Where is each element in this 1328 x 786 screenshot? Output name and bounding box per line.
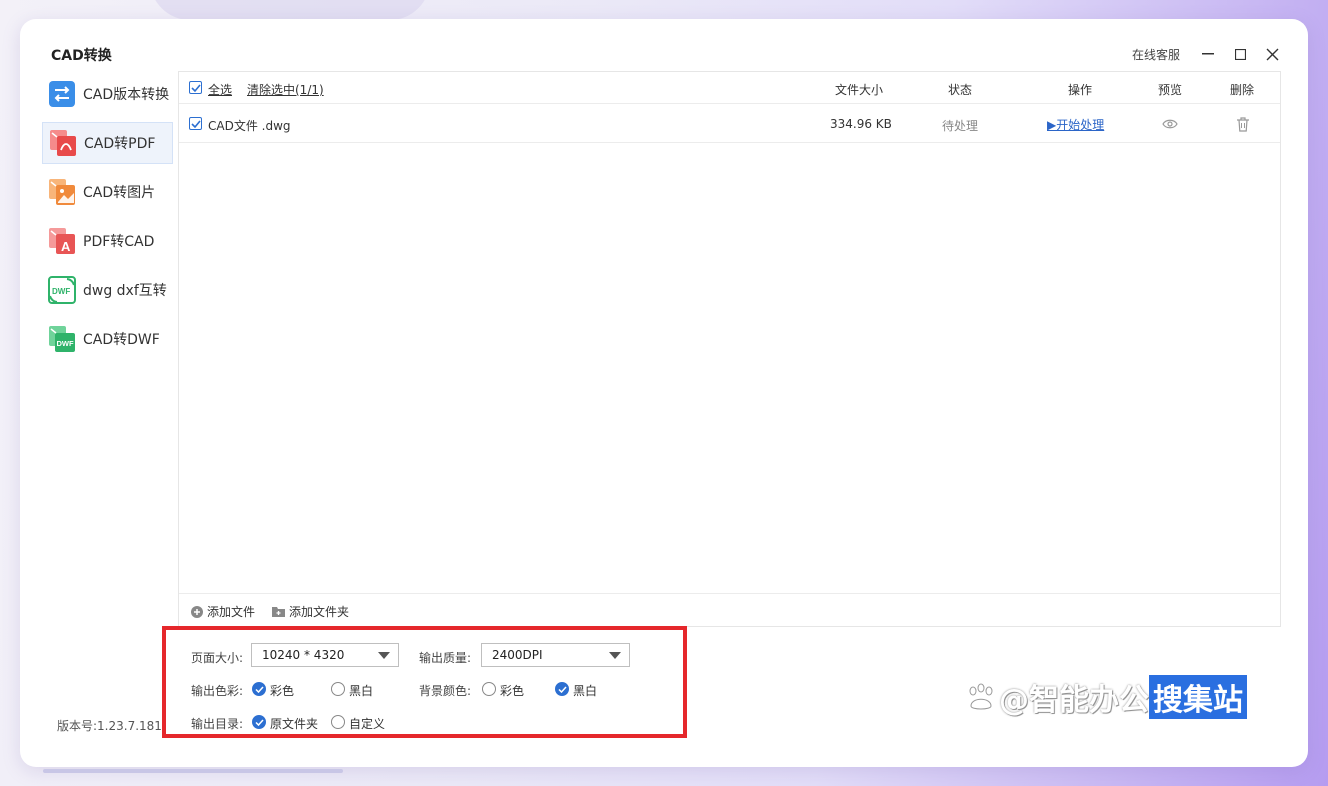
sidebar-item-label: CAD转DWF bbox=[83, 332, 160, 348]
sidebar-item-label: CAD转PDF bbox=[84, 136, 156, 152]
output-dir-label: 输出目录: bbox=[191, 717, 244, 731]
delete-trash-icon[interactable] bbox=[1236, 117, 1250, 135]
output-settings-highlight: 页面大小: 10240 * 4320 输出质量: 2400DPI 输出色彩: 彩… bbox=[162, 626, 687, 738]
image-icon bbox=[47, 177, 77, 207]
add-file-label: 添加文件 bbox=[207, 605, 256, 619]
bg-option-bw-label: 黑白 bbox=[573, 684, 598, 698]
dwf-icon: DWF bbox=[47, 275, 77, 305]
background-decoration bbox=[150, 0, 430, 20]
dir-option-original-radio[interactable] bbox=[252, 715, 266, 729]
window-title: CAD转换 bbox=[51, 48, 112, 64]
col-header-size: 文件大小 bbox=[835, 83, 884, 97]
preview-eye-icon[interactable] bbox=[1162, 118, 1178, 133]
minimize-icon bbox=[1202, 53, 1214, 55]
folder-plus-icon bbox=[272, 607, 285, 617]
horizontal-scrollbar[interactable] bbox=[43, 769, 343, 773]
watermark-highlight-text: 搜集站 bbox=[1149, 675, 1247, 719]
online-service-link[interactable]: 在线客服 bbox=[1132, 46, 1180, 63]
sidebar-item-label: PDF转CAD bbox=[83, 234, 155, 250]
dir-option-original-label: 原文件夹 bbox=[270, 717, 319, 731]
select-all-link[interactable]: 全选 bbox=[208, 81, 232, 98]
col-header-status: 状态 bbox=[948, 83, 973, 97]
svg-text:DWF: DWF bbox=[57, 339, 74, 348]
check-icon bbox=[558, 686, 567, 693]
file-list-panel: 全选 清除选中(1/1) 文件大小 状态 操作 预览 删除 CAD文件 .dwg… bbox=[178, 71, 1281, 627]
start-process-link[interactable]: ▶开始处理 bbox=[1047, 116, 1104, 133]
pdf-to-cad-icon: A bbox=[47, 226, 77, 256]
color-option-color-label: 彩色 bbox=[270, 684, 295, 698]
watermark-text: @智能办公 bbox=[999, 683, 1149, 718]
sidebar-item-pdf-to-cad[interactable]: A PDF转CAD bbox=[42, 220, 173, 262]
file-name: CAD文件 .dwg bbox=[208, 119, 291, 133]
check-icon bbox=[255, 719, 264, 726]
add-folder-label: 添加文件夹 bbox=[289, 605, 350, 619]
file-size: 334.96 KB bbox=[830, 117, 892, 131]
add-folder-button[interactable]: 添加文件夹 bbox=[271, 603, 349, 620]
check-icon bbox=[191, 120, 201, 129]
sidebar-item-cad-to-dwf[interactable]: DWF CAD转DWF bbox=[42, 318, 173, 360]
col-header-action: 操作 bbox=[1068, 83, 1093, 97]
bg-option-bw-radio[interactable] bbox=[555, 682, 569, 696]
svg-text:DWF: DWF bbox=[52, 287, 70, 296]
sidebar-item-cad-to-image[interactable]: CAD转图片 bbox=[42, 171, 173, 213]
minimize-button[interactable] bbox=[1192, 44, 1224, 64]
page-size-select[interactable]: 10240 * 4320 bbox=[251, 643, 399, 667]
quality-select[interactable]: 2400DPI bbox=[481, 643, 630, 667]
clear-selection-link[interactable]: 清除选中(1/1) bbox=[247, 81, 324, 98]
maximize-button[interactable] bbox=[1224, 44, 1256, 64]
dir-option-custom-radio[interactable] bbox=[331, 715, 345, 729]
panel-footer: 添加文件 添加文件夹 bbox=[179, 593, 1280, 627]
add-file-button[interactable]: 添加文件 bbox=[190, 603, 255, 620]
check-icon bbox=[191, 84, 201, 93]
row-checkbox[interactable] bbox=[189, 117, 202, 130]
pdf-icon bbox=[48, 128, 78, 158]
bg-color-label: 背景颜色: bbox=[419, 684, 472, 698]
sidebar-item-dwg-dxf-convert[interactable]: DWF dwg dxf互转 bbox=[42, 269, 173, 311]
bg-option-color-radio[interactable] bbox=[482, 682, 496, 696]
version-label: 版本号:1.23.7.181 bbox=[57, 719, 162, 733]
title-bar-controls: 在线客服 bbox=[1132, 44, 1288, 64]
app-window: CAD转换 在线客服 CAD版本转换 CAD转PDF CAD转图片 A PDF转… bbox=[20, 19, 1308, 767]
dwf-green-icon: DWF bbox=[47, 324, 77, 354]
color-label: 输出色彩: bbox=[191, 684, 244, 698]
sidebar-item-label: CAD转图片 bbox=[83, 185, 156, 201]
close-icon bbox=[1266, 48, 1278, 60]
sidebar-item-cad-version-convert[interactable]: CAD版本转换 bbox=[42, 73, 173, 115]
color-option-bw-radio[interactable] bbox=[331, 682, 345, 696]
page-size-value: 10240 * 4320 bbox=[262, 648, 345, 662]
version-convert-icon bbox=[47, 79, 77, 109]
paw-icon bbox=[969, 683, 993, 710]
dir-option-custom-label: 自定义 bbox=[349, 717, 386, 731]
table-header: 全选 清除选中(1/1) 文件大小 状态 操作 预览 删除 bbox=[179, 72, 1280, 104]
bg-option-color-label: 彩色 bbox=[500, 684, 525, 698]
sidebar: CAD版本转换 CAD转PDF CAD转图片 A PDF转CAD DWF dwg… bbox=[42, 71, 173, 741]
color-option-bw-label: 黑白 bbox=[349, 684, 374, 698]
sidebar-item-label: dwg dxf互转 bbox=[83, 283, 167, 299]
file-status: 待处理 bbox=[942, 119, 979, 133]
quality-value: 2400DPI bbox=[492, 648, 543, 662]
color-option-color-radio[interactable] bbox=[252, 682, 266, 696]
close-button[interactable] bbox=[1256, 44, 1288, 64]
page-size-label: 页面大小: bbox=[191, 651, 244, 665]
check-icon bbox=[255, 686, 264, 693]
maximize-icon bbox=[1234, 48, 1246, 60]
select-all-checkbox[interactable] bbox=[189, 81, 202, 94]
chevron-down-icon bbox=[609, 652, 621, 659]
watermark: @智能办公 搜集站 bbox=[965, 675, 1247, 719]
table-row[interactable]: CAD文件 .dwg 334.96 KB 待处理 ▶开始处理 bbox=[179, 105, 1280, 143]
chevron-down-icon bbox=[378, 652, 390, 659]
col-header-preview: 预览 bbox=[1158, 83, 1183, 97]
svg-text:A: A bbox=[61, 239, 71, 254]
col-header-delete: 删除 bbox=[1230, 83, 1255, 97]
sidebar-item-label: CAD版本转换 bbox=[83, 87, 170, 103]
quality-label: 输出质量: bbox=[419, 651, 472, 665]
sidebar-item-cad-to-pdf[interactable]: CAD转PDF bbox=[42, 122, 173, 164]
add-circle-icon bbox=[191, 605, 203, 618]
